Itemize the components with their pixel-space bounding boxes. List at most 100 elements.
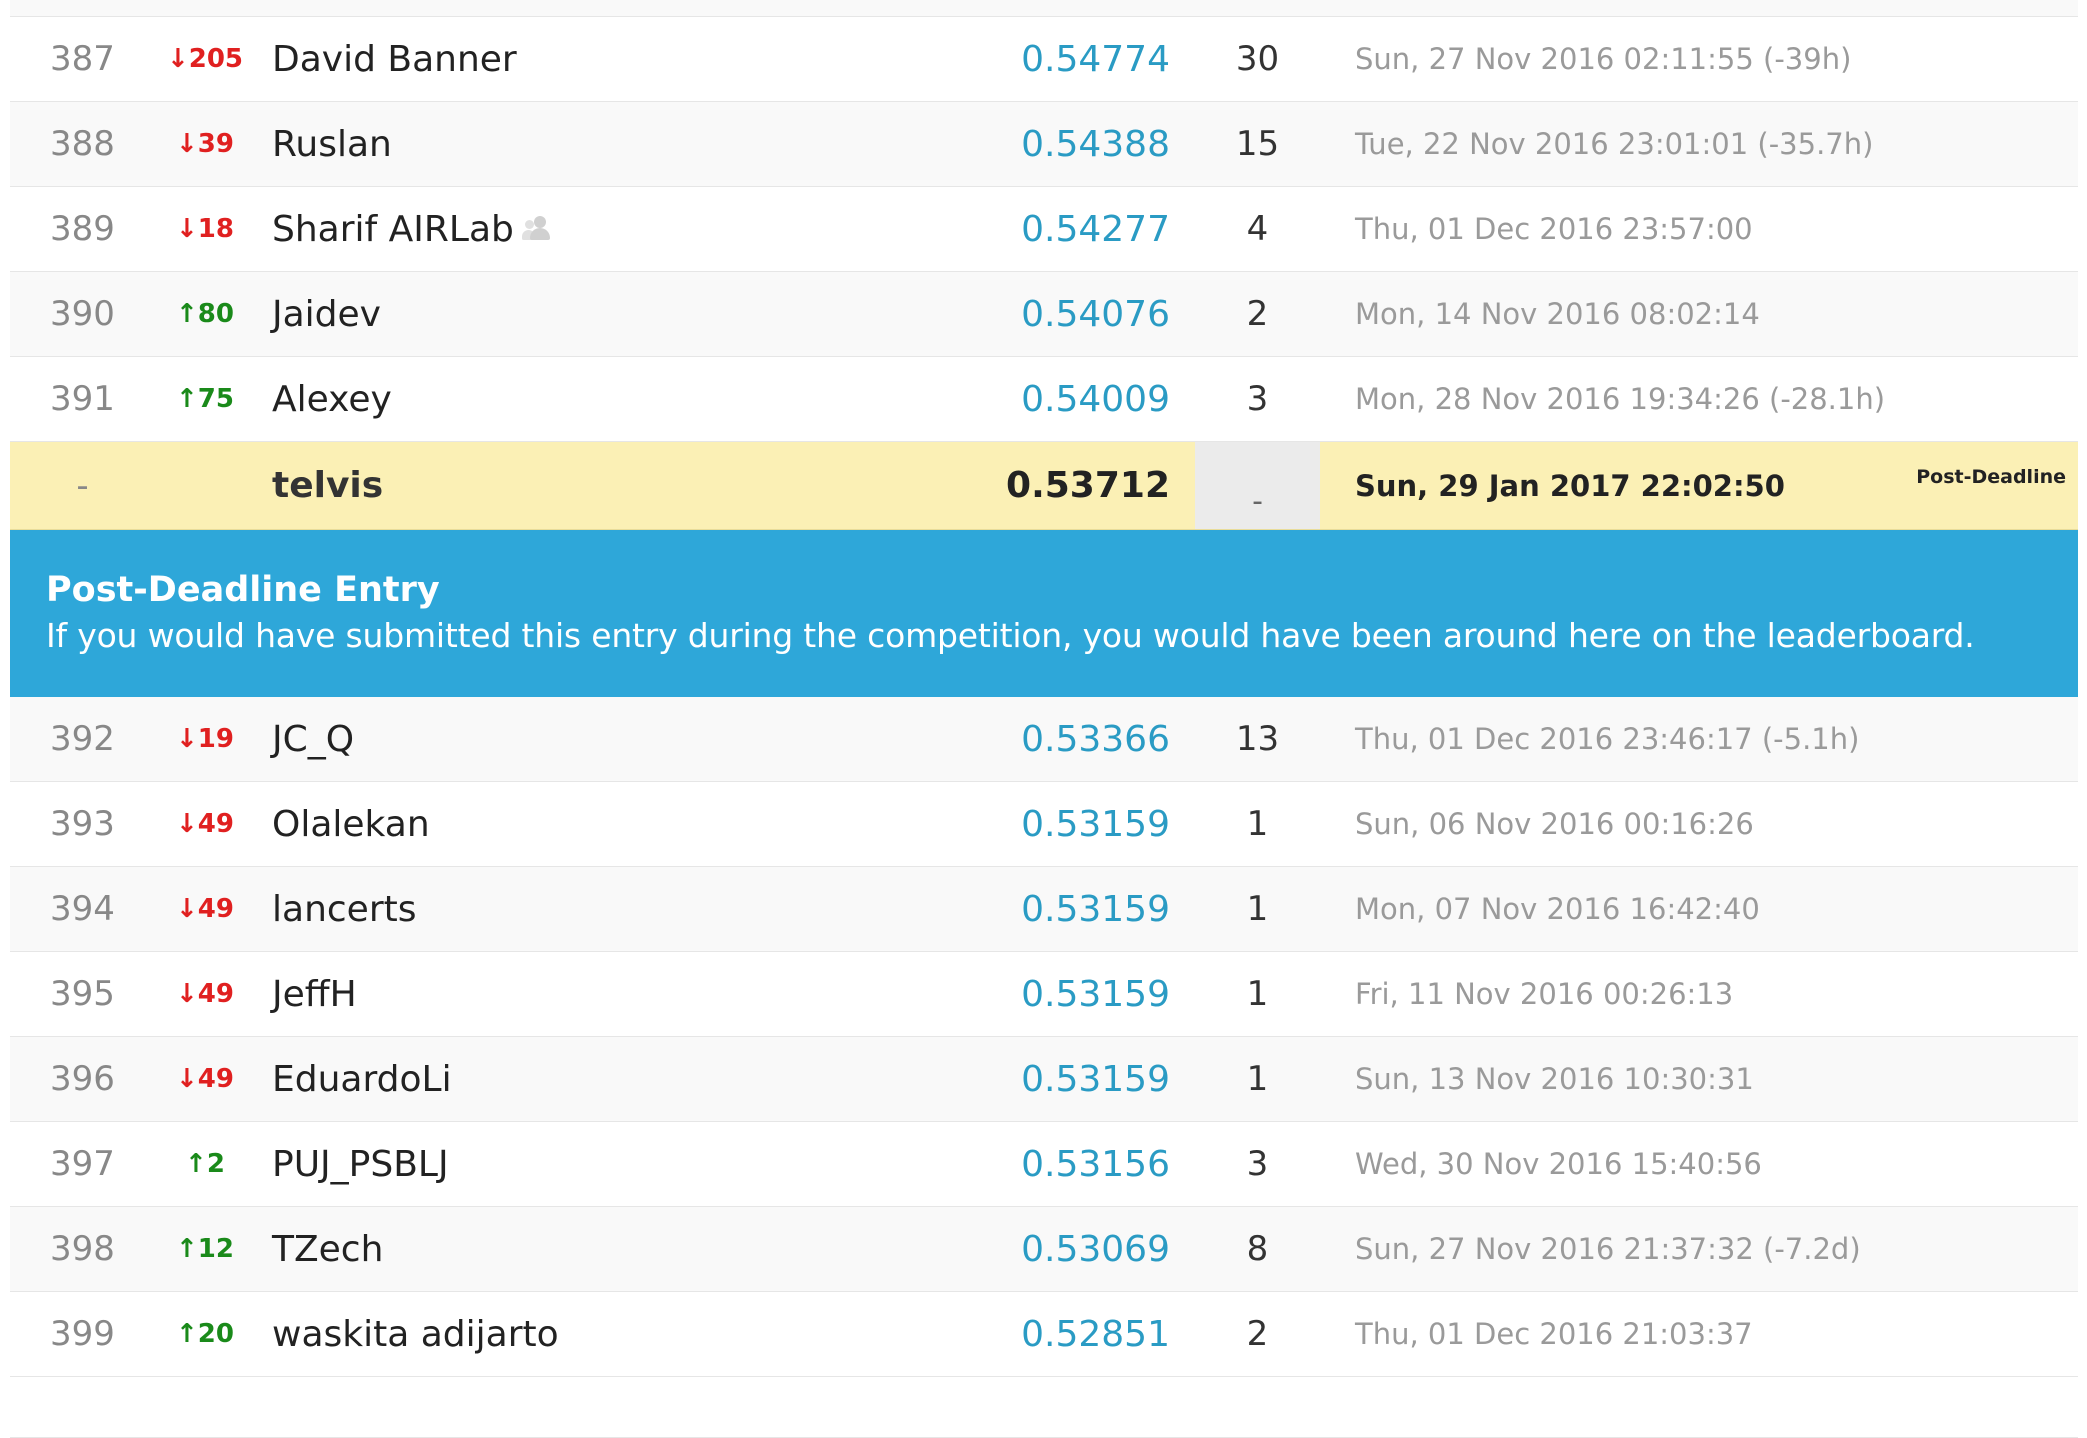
rank-change-value: 39 <box>197 129 234 159</box>
team-name-link[interactable]: waskita adijarto <box>272 1314 559 1355</box>
rank-change-cell: ↑ 80 <box>155 272 255 356</box>
last-submission-cell: Fri, 11 Nov 2016 00:26:13 <box>1355 977 1734 1011</box>
rank-change-value: 18 <box>197 214 234 244</box>
team-name-link[interactable]: JeffH <box>272 974 357 1015</box>
rank-change-value: 49 <box>197 894 234 924</box>
entries-cell: 2 <box>1246 1314 1269 1354</box>
team-name-cell: Olalekan <box>272 782 972 866</box>
team-name-link[interactable]: David Banner <box>272 39 517 80</box>
your-entry-entries: - <box>1195 442 1320 529</box>
rank-change-cell: ↓ 205 <box>155 17 255 101</box>
leaderboard-rows-below: 392 ↓ 19 JC_Q 0.53366 13 Thu, 01 Dec 2016 23:4… <box>10 697 2078 1377</box>
entries-cell: 3 <box>1246 1144 1269 1184</box>
score-cell: 0.53156 <box>1021 1143 1170 1185</box>
score-cell: 0.54076 <box>1021 293 1170 335</box>
rank-change-value: 49 <box>197 809 234 839</box>
rank-cell: 396 <box>50 1059 115 1099</box>
rank-change-cell: ↑ 20 <box>155 1292 255 1376</box>
team-name-link[interactable]: JC_Q <box>272 719 354 760</box>
your-entry-row: - telvis 0.53712 - Sun, 29 Jan 2017 22:0… <box>10 442 2078 530</box>
team-name-cell: David Banner <box>272 17 972 101</box>
rank-change-value: 80 <box>197 299 234 329</box>
entries-cell: 2 <box>1246 294 1269 334</box>
rank-change-cell: ↓ 18 <box>155 187 255 271</box>
entries-cell: 3 <box>1246 379 1269 419</box>
rank-change-cell: ↑ 75 <box>155 357 255 441</box>
arrow-up-icon: ↑ <box>176 1319 198 1349</box>
table-row: 394 ↓ 49 lancerts 0.53159 1 Mon, 07 Nov 2016 1… <box>10 867 2078 952</box>
last-submission-cell: Sun, 27 Nov 2016 21:37:32 (-7.2d) <box>1355 1232 1861 1266</box>
score-cell: 0.54277 <box>1021 208 1170 250</box>
arrow-down-icon: ↓ <box>176 214 198 244</box>
rank-cell: 391 <box>50 379 115 419</box>
entries-cell: 13 <box>1235 719 1280 759</box>
team-members-icon <box>521 215 554 243</box>
rank-change-value: 19 <box>197 724 234 754</box>
entries-cell: 4 <box>1246 209 1269 249</box>
table-row: 391 ↑ 75 Alexey 0.54009 3 Mon, 28 Nov 2016 19:… <box>10 357 2078 442</box>
score-cell: 0.53069 <box>1021 1228 1170 1270</box>
your-entry-name[interactable]: telvis <box>272 442 972 529</box>
rank-cell: 388 <box>50 124 115 164</box>
score-cell: 0.53159 <box>1021 803 1170 845</box>
team-name-cell: waskita adijarto <box>272 1292 972 1376</box>
team-name-cell: Alexey <box>272 357 972 441</box>
score-cell: 0.53159 <box>1021 1058 1170 1100</box>
last-submission-cell: Thu, 01 Dec 2016 23:57:00 <box>1355 212 1753 246</box>
team-name-link[interactable]: Ruslan <box>272 124 392 165</box>
rank-cell: 390 <box>50 294 115 334</box>
rank-change-cell: ↓ 49 <box>155 952 255 1036</box>
your-entry-score: 0.53712 <box>1006 465 1170 506</box>
post-deadline-banner: Post-Deadline Entry If you would have su… <box>10 530 2078 697</box>
team-name-cell: EduardoLi <box>272 1037 972 1121</box>
team-name-link[interactable]: EduardoLi <box>272 1059 452 1100</box>
team-name-cell: Sharif AIRLab <box>272 187 972 271</box>
last-submission-cell: Tue, 22 Nov 2016 23:01:01 (-35.7h) <box>1355 127 1874 161</box>
table-row: 399 ↑ 20 waskita adijarto 0.52851 2 Thu, 01 De… <box>10 1292 2078 1377</box>
team-name-cell: JC_Q <box>272 697 972 781</box>
last-submission-cell: Sun, 27 Nov 2016 02:11:55 (-39h) <box>1355 42 1852 76</box>
team-name-link[interactable]: Sharif AIRLab <box>272 209 514 250</box>
table-row: 398 ↑ 12 TZech 0.53069 8 Sun, 27 Nov 2016 21:3… <box>10 1207 2078 1292</box>
last-submission-cell: Mon, 07 Nov 2016 16:42:40 <box>1355 892 1760 926</box>
arrow-up-icon: ↑ <box>176 1234 198 1264</box>
team-name-link[interactable]: PUJ_PSBLJ <box>272 1144 449 1185</box>
last-submission-cell: Thu, 01 Dec 2016 21:03:37 <box>1355 1317 1753 1351</box>
rank-change-value: 205 <box>188 44 244 74</box>
rank-cell: 395 <box>50 974 115 1014</box>
rank-cell: 397 <box>50 1144 115 1184</box>
entries-cell: 1 <box>1246 889 1269 929</box>
rank-cell: 387 <box>50 39 115 79</box>
team-name-link[interactable]: Jaidev <box>272 294 381 335</box>
entries-cell: 1 <box>1246 1059 1269 1099</box>
team-name-cell: JeffH <box>272 952 972 1036</box>
rank-change-value: 49 <box>197 979 234 1009</box>
rank-cell: 389 <box>50 209 115 249</box>
team-name-link[interactable]: Olalekan <box>272 804 430 845</box>
rank-change-value: 20 <box>197 1319 234 1349</box>
rank-cell: 392 <box>50 719 115 759</box>
entries-cell: 8 <box>1246 1229 1269 1269</box>
team-name-cell: Jaidev <box>272 272 972 356</box>
score-cell: 0.53159 <box>1021 973 1170 1015</box>
rank-change-cell: ↑ 2 <box>155 1122 255 1206</box>
rank-change-value: 2 <box>206 1149 225 1179</box>
team-name-cell: TZech <box>272 1207 972 1291</box>
team-name-link[interactable]: Alexey <box>272 379 392 420</box>
table-row: 392 ↓ 19 JC_Q 0.53366 13 Thu, 01 Dec 2016 23:4… <box>10 697 2078 782</box>
your-entry-rank: - <box>76 465 89 506</box>
table-row-cut-top <box>10 0 2078 17</box>
rank-change-cell: ↑ 12 <box>155 1207 255 1291</box>
table-row: 390 ↑ 80 Jaidev 0.54076 2 Mon, 14 Nov 2016 08:… <box>10 272 2078 357</box>
banner-title: Post-Deadline Entry <box>46 570 440 610</box>
team-name-link[interactable]: lancerts <box>272 889 417 930</box>
rank-cell: 394 <box>50 889 115 929</box>
rank-cell: 393 <box>50 804 115 844</box>
arrow-down-icon: ↓ <box>176 809 198 839</box>
last-submission-cell: Mon, 14 Nov 2016 08:02:14 <box>1355 297 1760 331</box>
team-name-cell: PUJ_PSBLJ <box>272 1122 972 1206</box>
team-name-link[interactable]: TZech <box>272 1229 383 1270</box>
arrow-up-icon: ↑ <box>176 384 198 414</box>
score-cell: 0.54388 <box>1021 123 1170 165</box>
last-submission-cell: Mon, 28 Nov 2016 19:34:26 (-28.1h) <box>1355 382 1886 416</box>
